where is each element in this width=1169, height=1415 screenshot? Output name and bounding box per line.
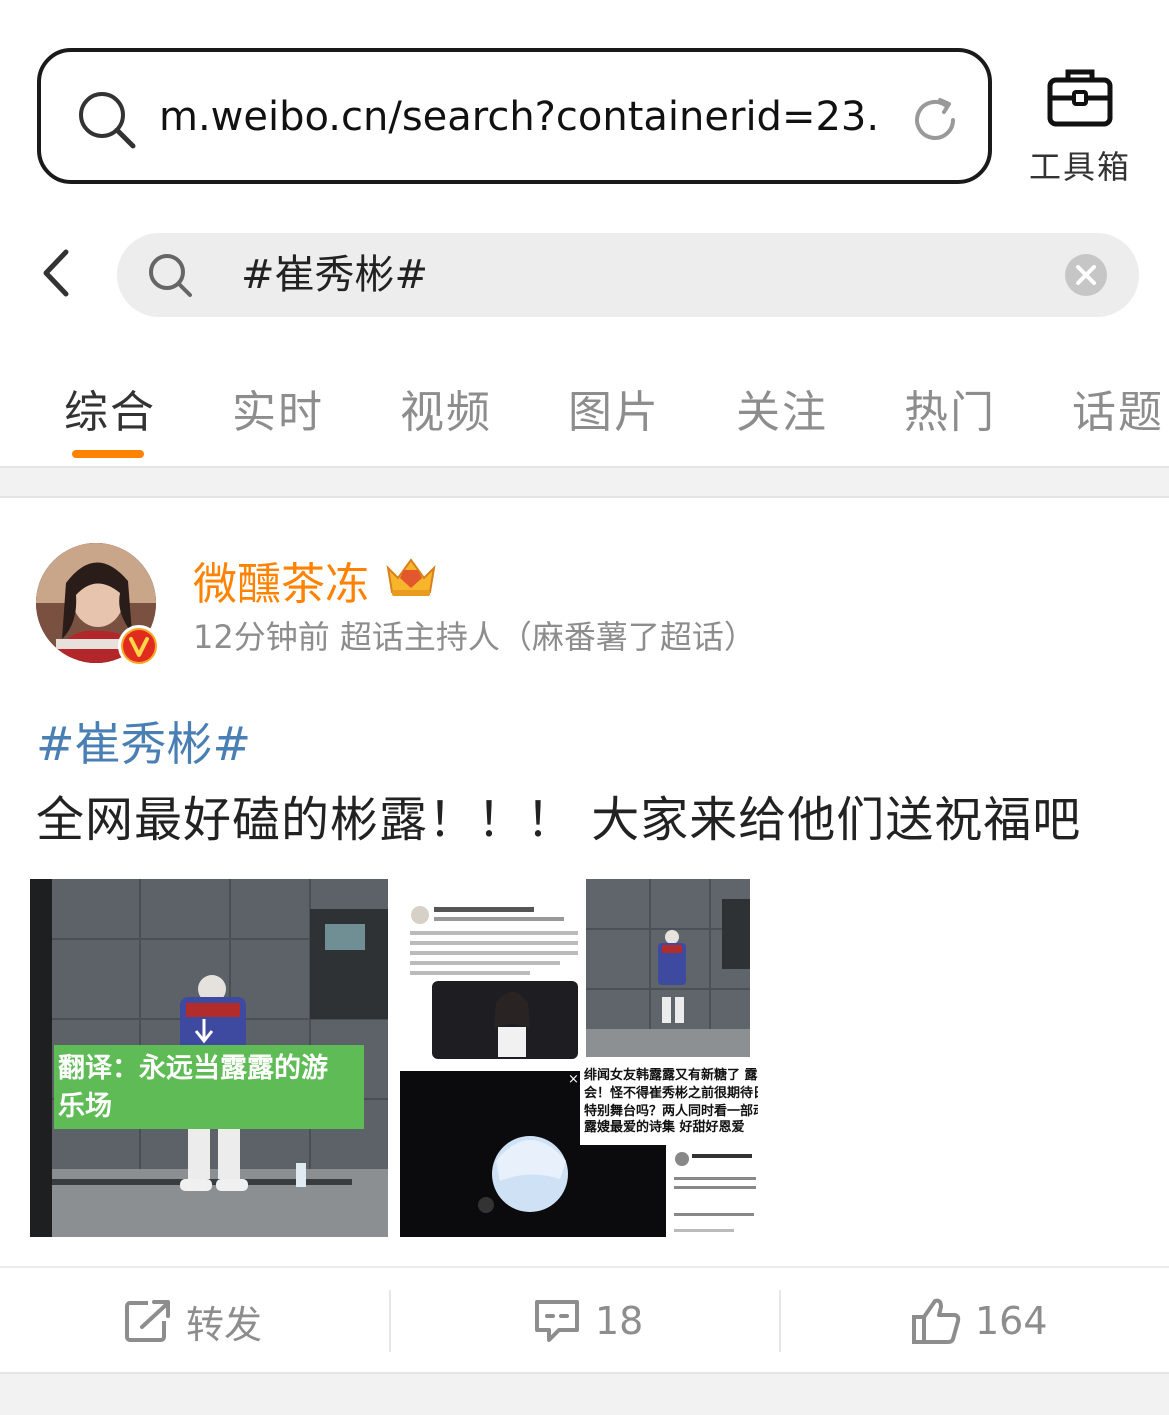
back-arrow-icon[interactable] <box>38 248 74 298</box>
address-bar[interactable]: m.weibo.cn/search?containerid=23... <box>37 48 992 184</box>
search-query[interactable]: #崔秀彬# <box>241 249 428 301</box>
collage-caption-line2: 会！怪不得崔秀彬之前很期待日本 <box>584 1085 758 1101</box>
tab-video[interactable]: 视频 <box>400 376 492 440</box>
verified-badge <box>118 625 160 667</box>
svg-text:×: × <box>568 1072 579 1087</box>
tab-comprehensive[interactable]: 综合 <box>64 376 156 440</box>
crown-badge-icon <box>386 558 436 596</box>
tab-topics[interactable]: 话题 <box>1072 376 1164 440</box>
comment-count: 18 <box>595 1299 644 1343</box>
address-url[interactable]: m.weibo.cn/search?containerid=23... <box>159 92 879 142</box>
like-button[interactable]: 164 <box>911 1268 1048 1374</box>
weibo-search-field[interactable]: #崔秀彬# <box>117 233 1139 317</box>
repost-button[interactable]: 转发 <box>124 1268 262 1374</box>
active-tab-indicator <box>72 450 144 458</box>
toolbox-label: 工具箱 <box>1028 148 1131 186</box>
post-image-1[interactable]: 翻译：永远当露露的游 乐场 <box>30 879 388 1237</box>
toolbox-button[interactable]: 工具箱 <box>1026 66 1134 186</box>
collage-caption-line4: 露嫂最爱的诗集 好甜好恩爱 <box>584 1119 745 1135</box>
image-overlay-line1: 翻译：永远当露露的游 <box>58 1052 328 1084</box>
collage-caption-line1: 绯闻女友韩露露又有新糖了 露露 <box>584 1067 758 1083</box>
section-divider <box>0 466 1169 498</box>
search-tabs: 综合 实时 视频 图片 关注 热门 话题 <box>0 350 1169 466</box>
reload-icon[interactable] <box>907 92 963 148</box>
toolbox-icon <box>1047 69 1113 127</box>
image-overlay-line2: 乐场 <box>58 1091 112 1122</box>
verified-v-icon <box>123 630 155 662</box>
post-image-2[interactable]: 绯闻女友韩露露又有新糖了 露露 会！怪不得崔秀彬之前很期待日本 特别舞台吗？两人… <box>400 879 758 1237</box>
browser-toolbar: m.weibo.cn/search?containerid=23... 工具箱 <box>0 0 1169 200</box>
clear-icon[interactable] <box>1065 254 1107 296</box>
tab-realtime[interactable]: 实时 <box>232 376 324 440</box>
repost-label: 转发 <box>186 1302 263 1347</box>
photo-wall-scene: 翻译：永远当露露的游 乐场 <box>30 879 388 1237</box>
comment-button[interactable]: 18 <box>533 1268 643 1374</box>
search-icon <box>79 92 136 149</box>
post-action-bar: 转发 18 164 <box>0 1266 1169 1372</box>
post-meta: 12分钟前 超话主持人（麻番薯了超话） <box>193 618 756 656</box>
action-divider <box>779 1290 781 1352</box>
section-divider <box>0 1372 1169 1415</box>
tab-hot[interactable]: 热门 <box>904 376 996 440</box>
post-text: 全网最好磕的彬露！！！ 大家来给他们送祝福吧 <box>36 792 1082 848</box>
search-icon <box>149 254 192 297</box>
post-hashtag[interactable]: #崔秀彬# <box>36 708 251 774</box>
repost-icon <box>125 1300 170 1342</box>
collage-caption-line3: 特别舞台吗？两人同时看一部动漫 <box>584 1103 758 1119</box>
thumbs-up-icon <box>912 1298 961 1344</box>
post-username[interactable]: 微醺茶冻 <box>193 548 369 612</box>
tab-images[interactable]: 图片 <box>568 376 660 440</box>
action-divider <box>389 1290 391 1352</box>
comment-icon <box>535 1300 579 1342</box>
tab-following[interactable]: 关注 <box>736 376 828 440</box>
collage-image: 绯闻女友韩露露又有新糖了 露露 会！怪不得崔秀彬之前很期待日本 特别舞台吗？两人… <box>400 879 758 1237</box>
like-count: 164 <box>975 1299 1048 1343</box>
